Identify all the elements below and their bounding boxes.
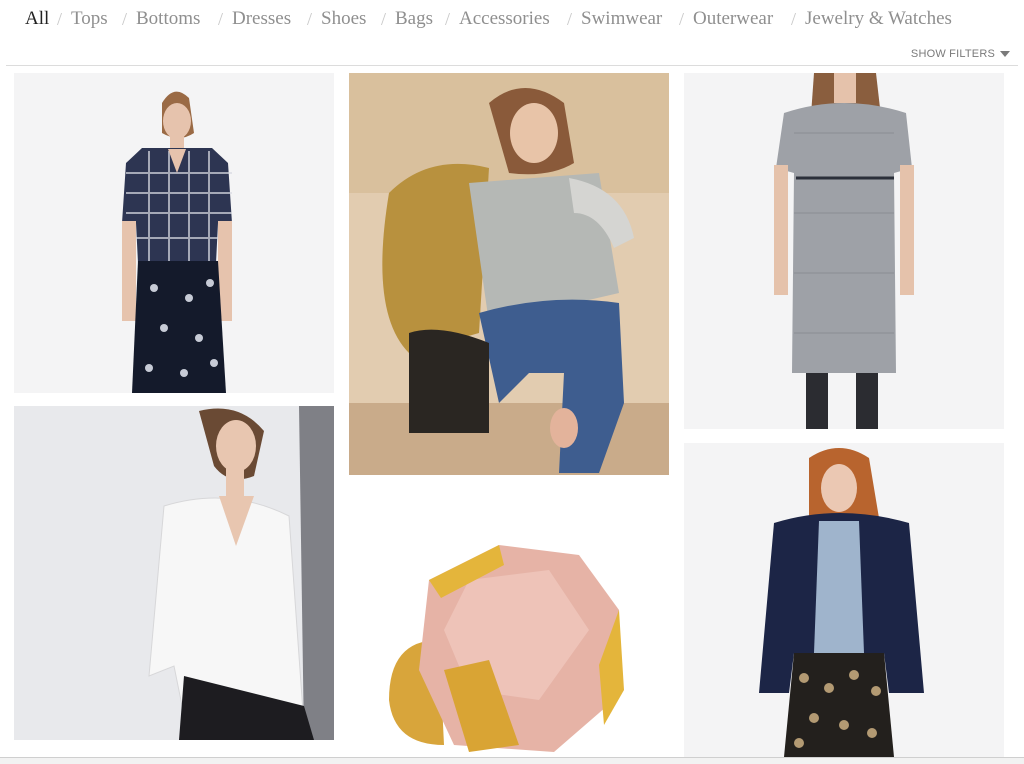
product-tile-navy-bomber[interactable] xyxy=(684,443,1004,757)
nav-separator: / xyxy=(307,9,313,29)
product-image xyxy=(14,73,334,393)
nav-separator: / xyxy=(122,9,128,29)
category-nav: All / Tops / Bottoms / Dresses / Shoes /… xyxy=(0,0,1024,44)
nav-item-outerwear[interactable]: Outerwear xyxy=(693,8,773,30)
nav-separator: / xyxy=(381,9,387,29)
product-tile-quartz-ring[interactable] xyxy=(349,490,669,757)
header-divider xyxy=(6,65,1018,66)
product-image xyxy=(349,490,669,757)
nav-item-shoes[interactable]: Shoes xyxy=(321,8,366,30)
nav-item-bottoms[interactable]: Bottoms xyxy=(136,8,200,30)
product-tile-white-blouse[interactable] xyxy=(14,406,334,740)
product-image xyxy=(14,406,334,740)
nav-item-tops[interactable]: Tops xyxy=(71,8,108,30)
nav-item-bags[interactable]: Bags xyxy=(395,8,433,30)
nav-separator: / xyxy=(445,9,451,29)
caret-down-icon xyxy=(1000,51,1010,57)
nav-item-accessories[interactable]: Accessories xyxy=(459,8,550,30)
product-tile-tweed-dress[interactable] xyxy=(684,73,1004,429)
product-image xyxy=(349,73,669,475)
nav-separator: / xyxy=(218,9,224,29)
nav-separator: / xyxy=(567,9,573,29)
nav-separator: / xyxy=(679,9,685,29)
product-tile-utility-parka[interactable] xyxy=(349,73,669,475)
show-filters-label: SHOW FILTERS xyxy=(910,48,995,60)
nav-item-jewelry-watches[interactable]: Jewelry & Watches xyxy=(805,8,952,30)
product-image xyxy=(684,73,1004,429)
nav-item-swimwear[interactable]: Swimwear xyxy=(581,8,662,30)
product-image xyxy=(684,443,1004,757)
nav-item-all[interactable]: All xyxy=(25,8,49,30)
nav-separator: / xyxy=(791,9,797,29)
nav-item-dresses[interactable]: Dresses xyxy=(232,8,291,30)
nav-separator: / xyxy=(57,9,63,29)
product-tile-plaid-shirt[interactable] xyxy=(14,73,334,393)
show-filters-button[interactable]: SHOW FILTERS xyxy=(911,48,1010,60)
